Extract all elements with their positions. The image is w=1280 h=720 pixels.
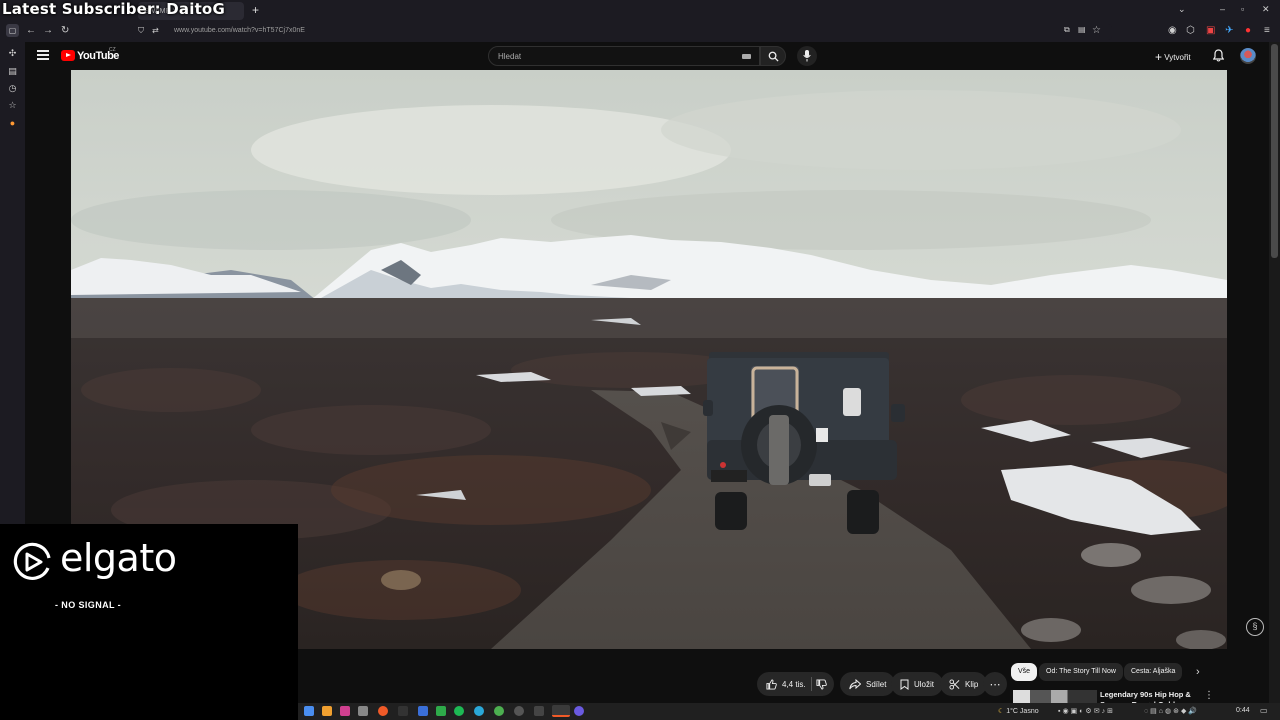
scrollbar-thumb[interactable] — [1271, 44, 1278, 258]
save-label: Uložit — [914, 679, 935, 689]
avatar[interactable] — [1240, 48, 1256, 64]
page-scrollbar[interactable] — [1269, 42, 1280, 720]
forward-icon[interactable]: → — [43, 25, 53, 36]
clip-label: Klip — [965, 679, 979, 689]
bookmark-star-icon[interactable]: ☆ — [1092, 25, 1101, 36]
taskbar-app-icon[interactable] — [418, 706, 428, 716]
taskbar-spotify-icon[interactable] — [454, 706, 464, 716]
recommendation-title-line1: Legendary 90s Hip Hop & — [1100, 690, 1191, 699]
chip-from-channel[interactable]: Od: The Story Till Now — [1039, 663, 1123, 681]
search-icon — [768, 51, 779, 62]
maximize-icon[interactable]: ▫ — [1241, 4, 1244, 14]
sidebar-toggle-icon[interactable]: ▢ — [6, 24, 19, 37]
taskbar-app-icon[interactable] — [358, 706, 368, 716]
country-code: CZ — [109, 47, 116, 53]
notification-center-icon[interactable]: ▭ — [1260, 706, 1272, 716]
translate-extension-icon[interactable]: ✈ — [1225, 25, 1233, 36]
taskbar-app-icon[interactable] — [340, 706, 350, 716]
plus-icon: + — [1155, 50, 1163, 64]
bell-icon — [1212, 49, 1225, 62]
extension-badge-icon[interactable]: ▣ — [1206, 25, 1215, 36]
chip-travel-alaska[interactable]: Cesta: Aljaška — [1124, 663, 1183, 681]
stream-subscriber-overlay: Latest Subscriber: DaitoG — [2, 0, 225, 18]
taskbar-clock[interactable]: 0:44 — [1236, 707, 1250, 714]
save-button[interactable]: Uložit — [891, 672, 944, 696]
sidebar-extension-icon[interactable]: ● — [7, 118, 18, 129]
taskbar-app-icon[interactable] — [514, 706, 524, 716]
weather-text: 1°C Jasno — [1006, 708, 1039, 715]
keyboard-icon[interactable] — [742, 54, 751, 59]
chips-next-chevron-icon[interactable]: › — [1196, 666, 1200, 678]
browser-nav-bar: ▢ ← → ↻ ⛉ ⇄ www.youtube.com/watch?v=hT57… — [0, 22, 1280, 42]
reload-icon[interactable]: ↻ — [61, 25, 69, 36]
share-button[interactable]: Sdílet — [840, 672, 896, 696]
extensions-icon[interactable]: ⬡ — [1186, 25, 1195, 36]
url-text: www.youtube.com/watch?v=hT57Cj7x0nE — [174, 27, 305, 34]
weather-widget[interactable]: ☾ 1°C Jasno — [998, 707, 1039, 715]
chip-all[interactable]: Vše — [1011, 663, 1038, 681]
dislike-icon — [816, 678, 827, 690]
search-button[interactable] — [760, 46, 786, 66]
microphone-icon — [803, 50, 811, 62]
taskbar-brave-icon[interactable] — [378, 706, 388, 716]
close-window-icon[interactable]: ✕ — [1262, 4, 1270, 15]
shield-icon[interactable]: ⛉ — [138, 26, 144, 36]
taskbar-active-browser-icon[interactable] — [552, 705, 570, 717]
recommendation-more-icon[interactable]: ⋮ — [1204, 690, 1214, 701]
channel-watermark-icon[interactable]: § — [1246, 618, 1264, 636]
moon-icon: ☾ — [998, 708, 1005, 715]
menu-icon[interactable]: ≡ — [1264, 25, 1270, 36]
back-icon[interactable]: ← — [26, 25, 36, 36]
windows-taskbar: ☾ 1°C Jasno ▪◉▣◐⚙✉♪⊞ ◌▤⌂◍⊛◆🔊 0:44 ▭ — [298, 703, 1280, 720]
share-icon — [849, 678, 861, 689]
voice-search-button[interactable] — [797, 46, 817, 66]
create-label: Vytvořit — [1164, 53, 1191, 62]
sidebar-tools-icon[interactable]: ✣ — [7, 48, 18, 59]
save-icon — [900, 679, 909, 690]
taskbar-app-icon[interactable] — [436, 706, 446, 716]
youtube-logo-icon[interactable] — [61, 50, 75, 61]
like-icon[interactable] — [766, 678, 777, 690]
tab-list-chevron-icon[interactable]: ⌄ — [1178, 4, 1186, 15]
scissors-icon — [949, 678, 960, 690]
taskbar-discord-icon[interactable] — [574, 706, 584, 716]
new-tab-button[interactable]: + — [252, 3, 259, 17]
minimize-icon[interactable]: – — [1220, 4, 1225, 14]
account-icon[interactable]: ◉ — [1168, 25, 1177, 36]
share-label: Sdílet — [866, 679, 887, 689]
taskbar-app-icon[interactable] — [494, 706, 504, 716]
taskbar-app-icon[interactable] — [322, 706, 332, 716]
search-placeholder: Hledat — [498, 52, 522, 61]
taskbar-app-icon[interactable] — [474, 706, 484, 716]
taskbar-app-icon[interactable] — [304, 706, 314, 716]
taskbar-app-icon[interactable] — [398, 706, 408, 716]
more-actions-button[interactable]: ⋯ — [983, 672, 1007, 696]
create-button[interactable]: + Vytvořit — [1155, 50, 1191, 64]
sidebar-bookmarks-icon[interactable]: ☆ — [7, 100, 18, 111]
permissions-icon[interactable]: ⇄ — [152, 26, 159, 35]
like-count[interactable]: 4,4 tis. — [782, 680, 806, 689]
system-tray-icons-2[interactable]: ◌▤⌂◍⊛◆🔊 — [1144, 707, 1224, 717]
no-signal-text: - NO SIGNAL - — [55, 600, 122, 610]
sidebar-reading-list-icon[interactable]: ▤ — [7, 66, 18, 77]
clip-button[interactable]: Klip — [940, 672, 988, 696]
notifications-button[interactable] — [1212, 49, 1225, 67]
address-bar[interactable]: ⛉ ⇄ www.youtube.com/watch?v=hT57Cj7x0nE — [132, 24, 1112, 40]
taskbar-app-icon[interactable] — [534, 706, 544, 716]
hamburger-menu-icon[interactable] — [37, 50, 49, 60]
reader-view-icon[interactable]: ▤ — [1078, 25, 1086, 34]
youtube-extension-icon[interactable]: ● — [1245, 25, 1251, 36]
youtube-header: YouTube CZ Hledat + Vytvořit — [25, 42, 1269, 70]
picture-in-picture-icon[interactable]: ⧉ — [1064, 25, 1070, 35]
search-input[interactable]: Hledat — [488, 46, 760, 66]
sidebar-history-icon[interactable]: ◷ — [7, 83, 18, 94]
elgato-capture-overlay: elgato - NO SIGNAL - — [0, 524, 298, 720]
dislike-button[interactable] — [809, 672, 835, 696]
elgato-brand-text: elgato — [60, 536, 177, 580]
elgato-logo-icon — [13, 542, 51, 580]
system-tray-icons[interactable]: ▪◉▣◐⚙✉♪⊞ — [1058, 707, 1138, 717]
